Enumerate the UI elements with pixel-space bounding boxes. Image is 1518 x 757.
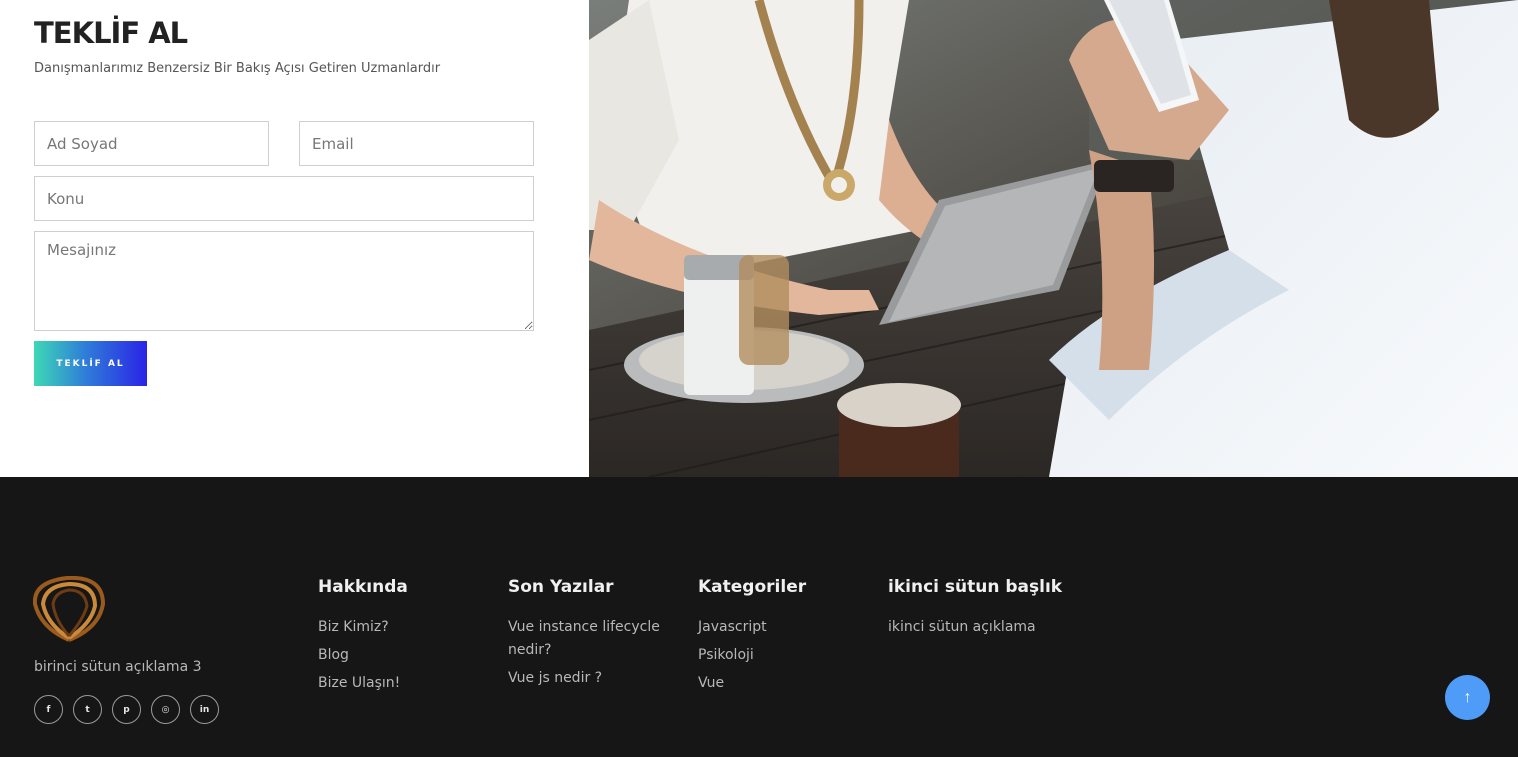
instagram-icon[interactable]: ◎ [151,695,180,724]
scroll-to-top-button[interactable]: ↑ [1445,675,1490,720]
footer-category-link[interactable]: Vue [698,672,858,695]
footer: birinci sütun açıklama 3 f t p ◎ in Hakk… [0,477,1518,757]
footer-link-contact[interactable]: Bize Ulaşın! [318,672,478,695]
form-title: TEKLİF AL [34,16,188,50]
footer-second-title: ikinci sütun başlık [888,577,1063,597]
email-input[interactable] [299,121,534,166]
linkedin-icon[interactable]: in [190,695,219,724]
pinterest-icon[interactable]: p [112,695,141,724]
footer-link-blog[interactable]: Blog [318,644,478,667]
cafe-photo-illustration [589,0,1518,477]
footer-categories-title: Kategoriler [698,577,807,597]
footer-post-link[interactable]: Vue js nedir ? [508,667,668,690]
name-input[interactable] [34,121,269,166]
footer-second-column: ikinci sütun başlık ikinci sütun açıklam… [888,577,1088,639]
footer-category-link[interactable]: Psikoloji [698,644,858,667]
quote-section: TEKLİF AL Danışmanlarımız Benzersiz Bir … [0,0,1518,477]
social-links: f t p ◎ in [34,695,219,724]
footer-about-column: Hakkında Biz Kimiz? Blog Bize Ulaşın! [318,577,478,700]
footer-description: birinci sütun açıklama 3 [34,659,202,675]
footer-posts-title: Son Yazılar [508,577,614,597]
facebook-icon[interactable]: f [34,695,63,724]
twitter-icon[interactable]: t [73,695,102,724]
cafe-photo [589,0,1518,477]
footer-post-link[interactable]: Vue instance lifecycle nedir? [508,616,668,662]
footer-about-title: Hakkında [318,577,408,597]
footer-category-link[interactable]: Javascript [698,616,858,639]
message-textarea[interactable] [34,231,534,331]
brand-logo [33,576,105,642]
subject-input[interactable] [34,176,534,221]
form-subtitle: Danışmanlarımız Benzersiz Bir Bakış Açıs… [34,61,441,76]
footer-link-who-we-are[interactable]: Biz Kimiz? [318,616,478,639]
footer-second-text: ikinci sütun açıklama [888,619,1036,635]
arrow-up-icon: ↑ [1463,688,1472,706]
footer-categories-column: Kategoriler Javascript Psikoloji Vue [698,577,858,700]
footer-posts-column: Son Yazılar Vue instance lifecycle nedir… [508,577,668,695]
submit-button[interactable]: TEKLİF AL [34,341,147,386]
